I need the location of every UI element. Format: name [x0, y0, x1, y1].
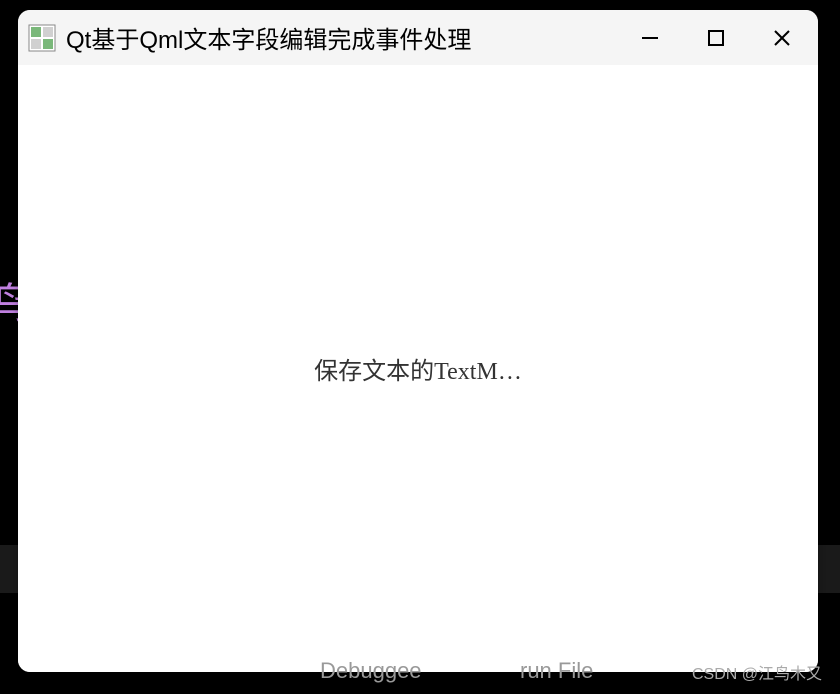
window-title: Qt基于Qml文本字段编辑完成事件处理: [66, 20, 638, 55]
background-runfile-label: run File: [520, 658, 593, 684]
close-button[interactable]: [770, 26, 794, 50]
text-field-display[interactable]: 保存文本的TextM…: [314, 351, 522, 386]
application-window: Qt基于Qml文本字段编辑完成事件处理 保存文本的TextM…: [18, 10, 818, 672]
window-controls: [638, 26, 794, 50]
minimize-button[interactable]: [638, 26, 662, 50]
background-debuggee-label: Debuggee: [320, 658, 422, 684]
titlebar[interactable]: Qt基于Qml文本字段编辑完成事件处理: [18, 10, 818, 65]
maximize-button[interactable]: [704, 26, 728, 50]
content-area: 保存文本的TextM…: [18, 65, 818, 672]
watermark: CSDN @江鸟木又: [692, 660, 822, 684]
app-icon: [28, 24, 56, 52]
